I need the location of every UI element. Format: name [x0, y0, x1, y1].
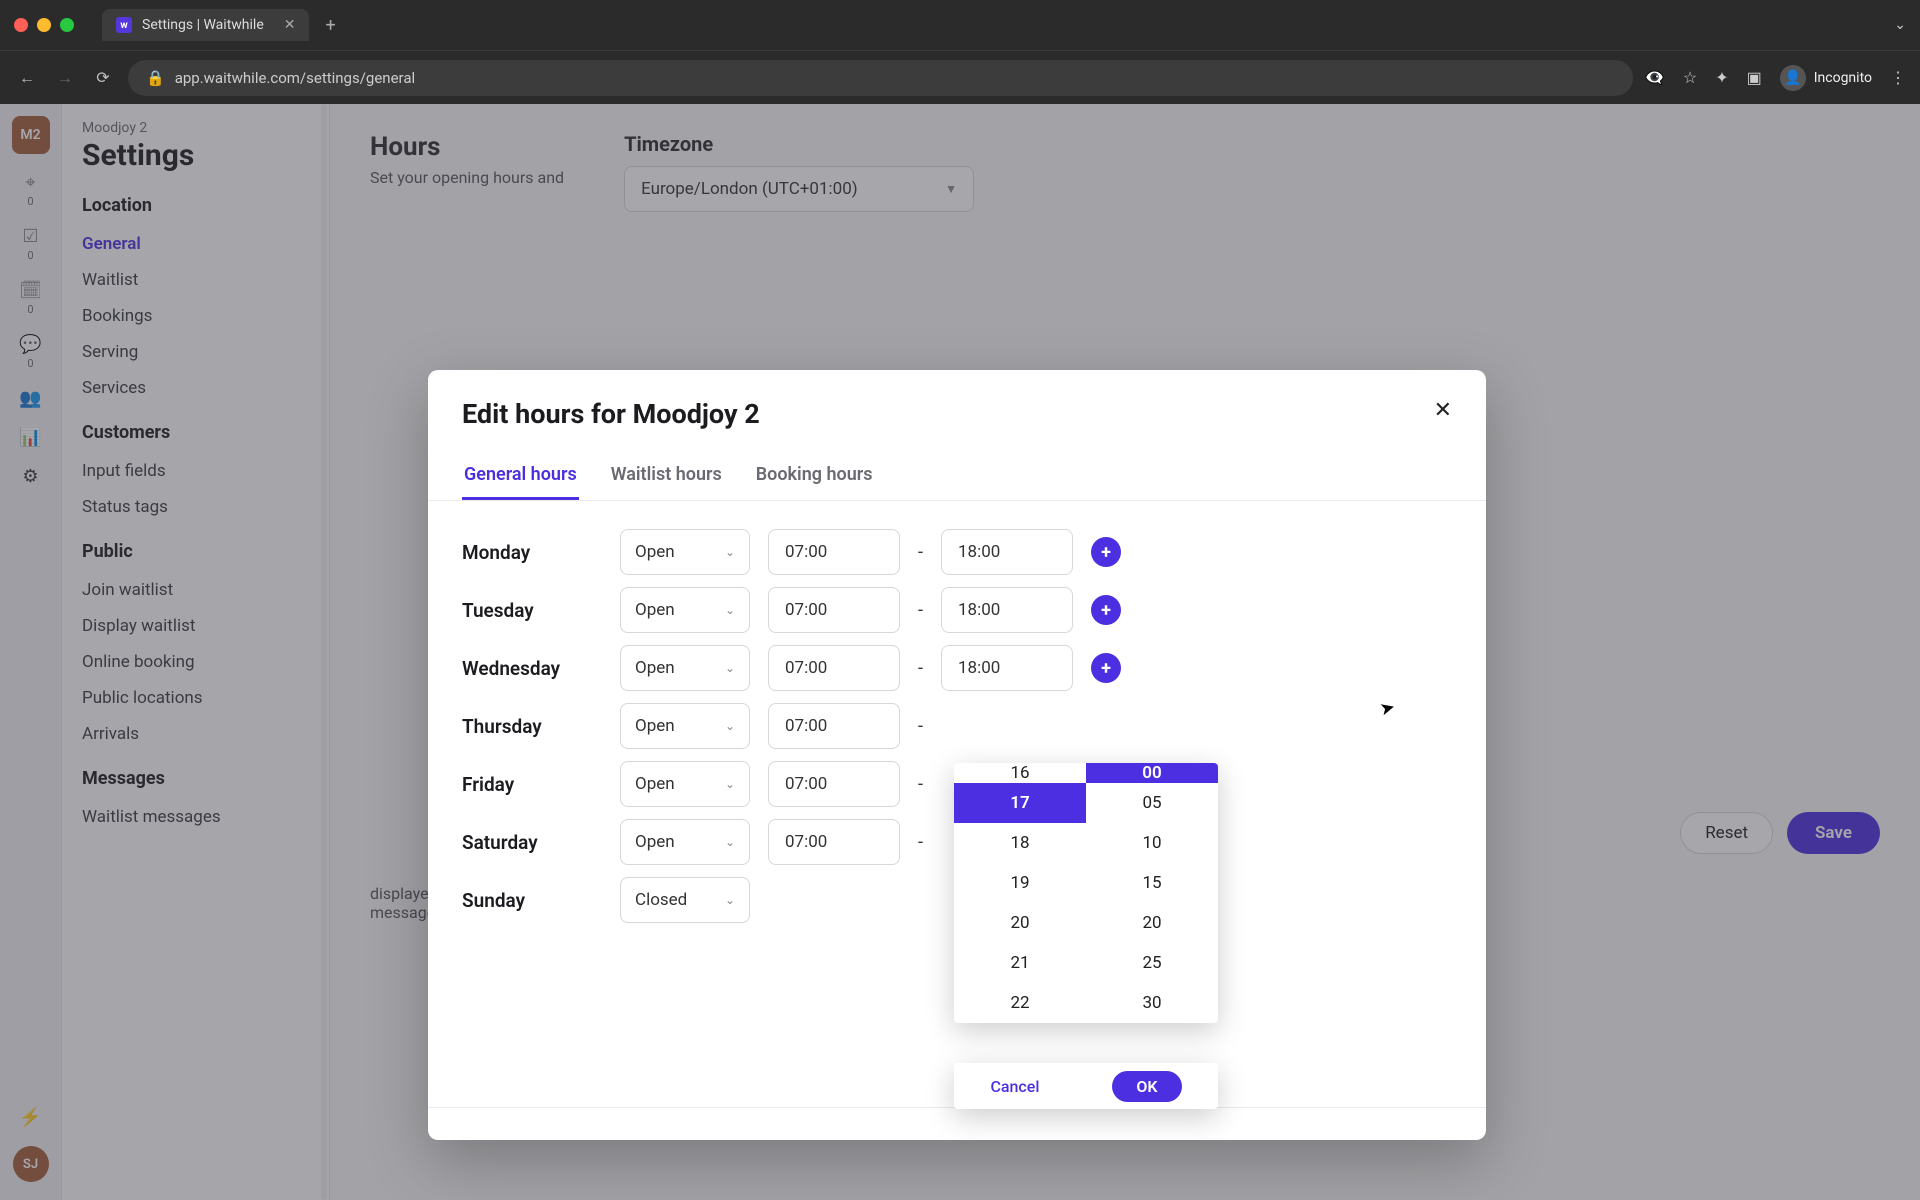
tabs-menu-icon[interactable]: ⌄ — [1894, 17, 1906, 33]
chevron-down-icon: ⌄ — [725, 661, 735, 675]
hour-column[interactable]: 16 17 18 19 20 21 22 — [954, 763, 1086, 1023]
edit-hours-modal: Edit hours for Moodjoy 2 ✕ General hours… — [428, 370, 1486, 1140]
panel-icon[interactable]: ▣ — [1747, 68, 1762, 87]
reload-button[interactable]: ⟳ — [90, 68, 116, 87]
from-time-input[interactable]: 07:00 — [768, 819, 900, 865]
status-select[interactable]: Open⌄ — [620, 819, 750, 865]
address-bar[interactable]: 🔒 app.waitwhile.com/settings/general — [128, 60, 1633, 96]
status-select[interactable]: Open⌄ — [620, 703, 750, 749]
chevron-down-icon: ⌄ — [725, 603, 735, 617]
window-controls — [14, 18, 74, 32]
minute-column[interactable]: 00 05 10 15 20 25 30 — [1086, 763, 1218, 1023]
minute-option[interactable]: 05 — [1086, 783, 1218, 823]
window-minimize-button[interactable] — [37, 18, 51, 32]
add-interval-button[interactable]: + — [1091, 653, 1121, 683]
extensions-icon[interactable]: ✦ — [1715, 68, 1728, 87]
time-picker-actions: Cancel OK — [954, 1063, 1218, 1109]
to-time-input[interactable]: 18:00 — [941, 645, 1073, 691]
minute-option[interactable]: 25 — [1086, 943, 1218, 983]
tab-waitlist-hours[interactable]: Waitlist hours — [609, 452, 724, 500]
status-select[interactable]: Open⌄ — [620, 587, 750, 633]
chevron-down-icon: ⌄ — [725, 835, 735, 849]
kebab-menu-icon[interactable]: ⋮ — [1890, 68, 1906, 87]
incognito-badge[interactable]: 👤 Incognito — [1780, 65, 1872, 91]
tab-title: Settings | Waitwhile — [142, 17, 264, 33]
day-row-monday: Monday Open⌄ 07:00 - 18:00 + — [462, 523, 1452, 581]
tab-general-hours[interactable]: General hours — [462, 452, 579, 500]
timepicker-cancel-button[interactable]: Cancel — [990, 1077, 1039, 1096]
hour-option[interactable]: 17 — [954, 783, 1086, 823]
hour-option[interactable]: 19 — [954, 863, 1086, 903]
status-select[interactable]: Open⌄ — [620, 529, 750, 575]
hour-option[interactable]: 22 — [954, 983, 1086, 1023]
tab-booking-hours[interactable]: Booking hours — [754, 452, 875, 500]
browser-tab[interactable]: w Settings | Waitwhile ✕ — [102, 9, 309, 41]
minute-option[interactable]: 30 — [1086, 983, 1218, 1023]
back-button[interactable]: ← — [14, 68, 40, 88]
chevron-down-icon: ⌄ — [725, 545, 735, 559]
to-time-input[interactable]: 18:00 — [941, 529, 1073, 575]
star-icon[interactable]: ☆ — [1683, 68, 1697, 87]
add-interval-button[interactable]: + — [1091, 595, 1121, 625]
day-row-wednesday: Wednesday Open⌄ 07:00 - 18:00 + — [462, 639, 1452, 697]
modal-title: Edit hours for Moodjoy 2 — [462, 398, 760, 430]
window-maximize-button[interactable] — [60, 18, 74, 32]
to-time-input[interactable]: 18:00 — [941, 587, 1073, 633]
hour-option[interactable]: 20 — [954, 903, 1086, 943]
from-time-input[interactable]: 07:00 — [768, 529, 900, 575]
tab-close-icon[interactable]: ✕ — [284, 17, 296, 33]
timepicker-ok-button[interactable]: OK — [1112, 1071, 1181, 1102]
browser-toolbar: ← → ⟳ 🔒 app.waitwhile.com/settings/gener… — [0, 50, 1920, 104]
status-select[interactable]: Closed⌄ — [620, 877, 750, 923]
eye-off-icon[interactable]: 👁‍🗨 — [1645, 68, 1665, 87]
hour-option[interactable]: 18 — [954, 823, 1086, 863]
minute-option[interactable]: 15 — [1086, 863, 1218, 903]
new-tab-button[interactable]: + — [315, 11, 345, 40]
status-select[interactable]: Open⌄ — [620, 761, 750, 807]
url-text: app.waitwhile.com/settings/general — [175, 69, 415, 87]
day-row-thursday: Thursday Open⌄ 07:00 - — [462, 697, 1452, 755]
minute-option[interactable]: 10 — [1086, 823, 1218, 863]
from-time-input[interactable]: 07:00 — [768, 761, 900, 807]
from-time-input[interactable]: 07:00 — [768, 587, 900, 633]
forward-button[interactable]: → — [52, 68, 78, 88]
add-interval-button[interactable]: + — [1091, 537, 1121, 567]
modal-tabs: General hours Waitlist hours Booking hou… — [428, 452, 1486, 501]
status-select[interactable]: Open⌄ — [620, 645, 750, 691]
close-icon[interactable]: ✕ — [1434, 398, 1452, 423]
chevron-down-icon: ⌄ — [725, 719, 735, 733]
from-time-input[interactable]: 07:00 — [768, 645, 900, 691]
minute-option[interactable]: 00 — [1086, 763, 1218, 783]
tab-favicon-icon: w — [116, 17, 132, 33]
incognito-icon: 👤 — [1780, 65, 1806, 91]
hour-option[interactable]: 21 — [954, 943, 1086, 983]
chevron-down-icon: ⌄ — [725, 893, 735, 907]
time-picker: 16 17 18 19 20 21 22 00 05 10 15 20 25 3… — [954, 763, 1218, 1023]
browser-tab-bar: w Settings | Waitwhile ✕ + ⌄ — [0, 0, 1920, 50]
window-close-button[interactable] — [14, 18, 28, 32]
hour-option[interactable]: 16 — [954, 763, 1086, 783]
lock-icon: 🔒 — [146, 69, 165, 87]
from-time-input[interactable]: 07:00 — [768, 703, 900, 749]
modal-footer — [428, 1107, 1486, 1140]
day-row-tuesday: Tuesday Open⌄ 07:00 - 18:00 + — [462, 581, 1452, 639]
minute-option[interactable]: 20 — [1086, 903, 1218, 943]
chevron-down-icon: ⌄ — [725, 777, 735, 791]
